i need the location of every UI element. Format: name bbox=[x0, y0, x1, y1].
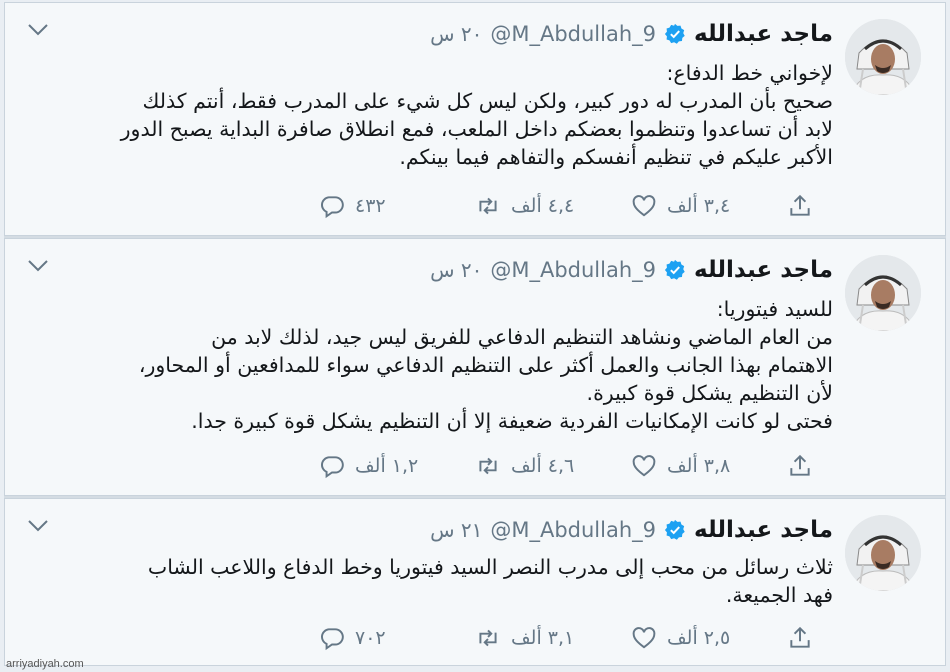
retweet-icon bbox=[479, 629, 497, 647]
author-handle[interactable]: @M_Abdullah_9 bbox=[490, 258, 656, 282]
tweet-text: للسيد فيتوريا: من العام الماضي ونشاهد ال… bbox=[33, 295, 833, 435]
reply-button[interactable]: ١,٢ ألف bbox=[319, 453, 475, 479]
heart-icon bbox=[632, 195, 656, 217]
avatar[interactable] bbox=[845, 255, 921, 331]
tweet-line: ثلاث رسائل من محب إلى مدرب النصر السيد ف… bbox=[147, 555, 833, 579]
share-button[interactable] bbox=[787, 193, 827, 219]
like-button[interactable]: ٢,٥ ألف bbox=[631, 625, 787, 651]
tweet-line: الأكبر عليكم في تنظيم أنفسكم والتفاهم في… bbox=[399, 145, 833, 169]
verified-icon bbox=[664, 23, 685, 44]
retweet-button[interactable]: ٤,٦ ألف bbox=[475, 453, 631, 479]
retweet-button[interactable]: ٤,٤ ألف bbox=[475, 193, 631, 219]
tweet-actions: ٧٠٢ ٣,١ ألف ٢,٥ ألف bbox=[319, 621, 827, 655]
heart-icon bbox=[632, 455, 656, 477]
tweet-text: لإخواني خط الدفاع: صحيح بأن المدرب له دو… bbox=[33, 59, 833, 171]
chevron-down-icon[interactable] bbox=[27, 519, 49, 533]
reply-count: ١,٢ ألف bbox=[355, 455, 419, 477]
chevron-down-icon[interactable] bbox=[27, 23, 49, 37]
tweet-line: الاهتمام بهذا الجانب والعمل أكثر على الت… bbox=[138, 353, 833, 377]
heart-icon bbox=[632, 627, 656, 649]
tweet-line: لإخواني خط الدفاع: bbox=[666, 61, 834, 85]
like-count: ٢,٥ ألف bbox=[667, 627, 731, 649]
share-button[interactable] bbox=[787, 625, 827, 651]
chevron-down-icon[interactable] bbox=[27, 259, 49, 273]
tweet-time[interactable]: ٢٠ س bbox=[430, 258, 482, 282]
tweet-line: فحتى لو كانت الإمكانيات الفردية ضعيفة إل… bbox=[191, 409, 833, 433]
tweet-line: من العام الماضي ونشاهد التنظيم الدفاعي ل… bbox=[211, 325, 833, 349]
like-button[interactable]: ٣,٤ ألف bbox=[631, 193, 787, 219]
share-button[interactable] bbox=[787, 453, 827, 479]
tweet-header: ماجد عبدالله @M_Abdullah_9 ٢١ س bbox=[430, 511, 833, 549]
share-icon bbox=[790, 626, 810, 648]
retweet-button[interactable]: ٣,١ ألف bbox=[475, 625, 631, 651]
reply-icon bbox=[321, 196, 344, 219]
verified-icon bbox=[664, 259, 685, 280]
tweet-line: لابد أن تساعدوا وتنظموا بعضكم داخل الملع… bbox=[120, 117, 833, 141]
retweet-count: ٣,١ ألف bbox=[511, 627, 575, 649]
tweet-line: فهد الجميعة. bbox=[725, 583, 833, 607]
reply-count: ٤٣٢ bbox=[355, 195, 386, 217]
retweet-count: ٤,٤ ألف bbox=[511, 195, 575, 217]
tweet-line: صحيح بأن المدرب له دور كبير، ولكن ليس كل… bbox=[142, 89, 833, 113]
tweet-actions: ٤٣٢ ٤,٤ ألف ٣,٤ ألف bbox=[319, 189, 827, 223]
verified-icon bbox=[664, 519, 685, 540]
like-count: ٣,٤ ألف bbox=[667, 195, 731, 217]
author-name[interactable]: ماجد عبدالله bbox=[694, 517, 833, 543]
tweet-line: للسيد فيتوريا: bbox=[716, 297, 833, 321]
tweet[interactable]: ماجد عبدالله @M_Abdullah_9 ٢٠ س للسيد في… bbox=[4, 238, 946, 496]
reply-button[interactable]: ٧٠٢ bbox=[319, 625, 475, 651]
reply-icon bbox=[321, 628, 344, 651]
author-name[interactable]: ماجد عبدالله bbox=[694, 21, 833, 47]
retweet-icon bbox=[479, 457, 497, 475]
watermark: arriyadiyah.com bbox=[6, 658, 84, 670]
avatar[interactable] bbox=[845, 515, 921, 591]
tweet-header: ماجد عبدالله @M_Abdullah_9 ٢٠ س bbox=[430, 15, 833, 53]
tweet[interactable]: ماجد عبدالله @M_Abdullah_9 ٢١ س ثلاث رسا… bbox=[4, 498, 946, 666]
author-name[interactable]: ماجد عبدالله bbox=[694, 257, 833, 283]
tweet[interactable]: ماجد عبدالله @M_Abdullah_9 ٢٠ س لإخواني … bbox=[4, 2, 946, 236]
author-handle[interactable]: @M_Abdullah_9 bbox=[490, 518, 656, 542]
share-icon bbox=[790, 454, 810, 476]
tweet-line: لأن التنظيم يشكل قوة كبيرة. bbox=[586, 381, 833, 405]
like-count: ٣,٨ ألف bbox=[667, 455, 731, 477]
avatar[interactable] bbox=[845, 19, 921, 95]
tweet-time[interactable]: ٢٠ س bbox=[430, 22, 482, 46]
retweet-count: ٤,٦ ألف bbox=[511, 455, 575, 477]
tweet-header: ماجد عبدالله @M_Abdullah_9 ٢٠ س bbox=[430, 251, 833, 289]
author-handle[interactable]: @M_Abdullah_9 bbox=[490, 22, 656, 46]
reply-icon bbox=[321, 456, 344, 479]
reply-button[interactable]: ٤٣٢ bbox=[319, 193, 475, 219]
tweet-time[interactable]: ٢١ س bbox=[430, 518, 482, 542]
share-icon bbox=[790, 194, 810, 216]
retweet-icon bbox=[479, 197, 497, 215]
tweet-timeline: ماجد عبدالله @M_Abdullah_9 ٢٠ س لإخواني … bbox=[4, 2, 946, 666]
tweet-text: ثلاث رسائل من محب إلى مدرب النصر السيد ف… bbox=[33, 553, 833, 609]
like-button[interactable]: ٣,٨ ألف bbox=[631, 453, 787, 479]
tweet-actions: ١,٢ ألف ٤,٦ ألف ٣,٨ ألف bbox=[319, 449, 827, 483]
reply-count: ٧٠٢ bbox=[355, 627, 386, 649]
